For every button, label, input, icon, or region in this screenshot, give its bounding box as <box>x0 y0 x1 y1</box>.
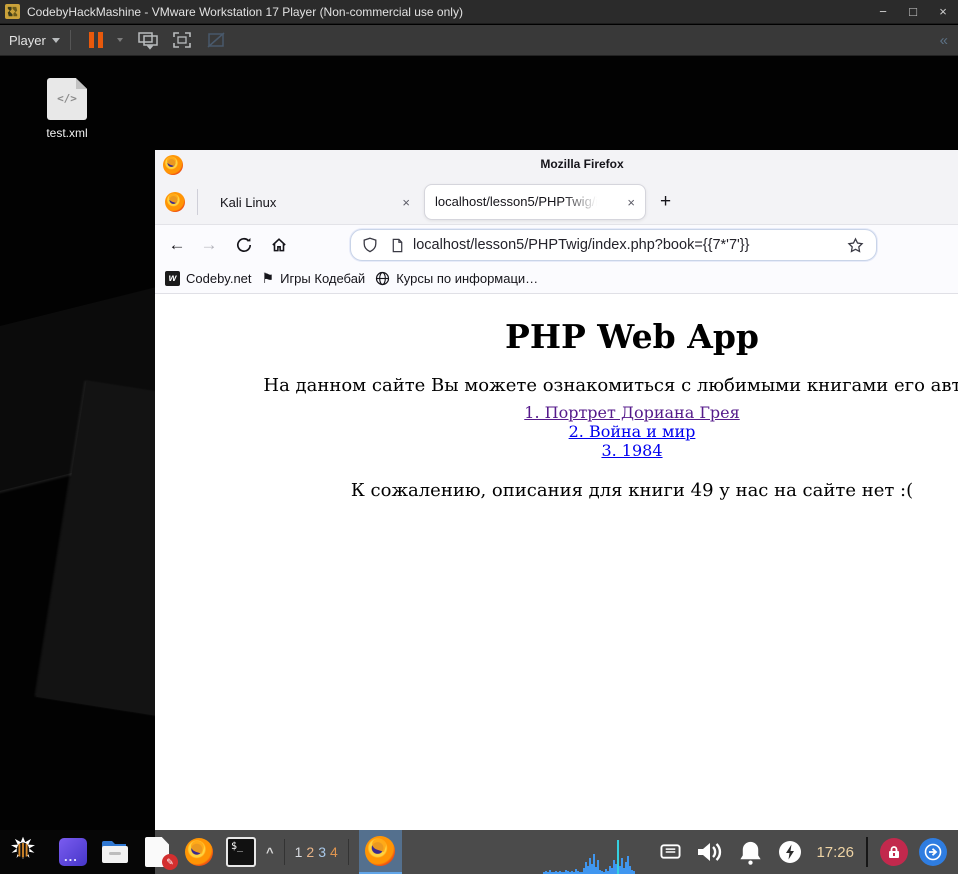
not-found-message: К сожалению, описания для книги 49 у нас… <box>350 480 914 501</box>
xml-file-icon: </> <box>47 78 87 120</box>
power-manager-icon[interactable] <box>778 840 802 864</box>
unity-mode-icon-disabled <box>207 32 225 48</box>
tab-separator <box>197 189 198 215</box>
terminal-launcher-button[interactable]: $_ <box>226 837 256 867</box>
workspace-3[interactable]: 3 <box>318 844 326 860</box>
desktop-file-test-xml[interactable]: </> test.xml <box>34 78 100 140</box>
tab-title: localhost/lesson5/PHPTwig/i <box>435 194 597 209</box>
reload-button[interactable] <box>235 236 253 254</box>
firefox-view-icon <box>165 192 185 212</box>
vmware-logo-icon <box>5 4 20 19</box>
book-link-1[interactable]: 1. Портрет Дориана Грея <box>155 403 958 422</box>
firefox-icon <box>185 838 213 866</box>
folder-icon <box>102 841 128 863</box>
bookmark-courses[interactable]: Курсы по информаци… <box>375 271 538 286</box>
tab-kali-linux[interactable]: Kali Linux × <box>210 184 420 220</box>
page-title: PHP Web App <box>505 317 759 356</box>
tab-title: Kali Linux <box>220 194 277 210</box>
firefox-window-title: Mozilla Firefox <box>540 157 624 171</box>
kali-menu-button[interactable] <box>0 830 46 874</box>
panel-expand-chevron-icon[interactable]: ^ <box>266 845 274 860</box>
text-editor-button[interactable]: ✎ <box>142 837 178 870</box>
forward-button: → <box>200 234 218 254</box>
firefox-icon <box>365 836 396 866</box>
arrow-right-icon <box>924 843 942 861</box>
workspace-switcher[interactable]: 1 2 3 4 <box>295 844 338 860</box>
session-logout-button[interactable] <box>919 838 947 866</box>
file-manager-button[interactable] <box>100 837 130 867</box>
firefox-launcher-button[interactable] <box>184 837 214 867</box>
desktop-file-label: test.xml <box>46 126 88 140</box>
book-link-2[interactable]: 2. Война и мир <box>155 422 958 441</box>
fullscreen-icon[interactable] <box>171 30 193 50</box>
volume-icon[interactable] <box>695 839 723 865</box>
book-link-3[interactable]: 3. 1984 <box>155 441 958 460</box>
close-tab-icon[interactable]: × <box>627 195 635 210</box>
notifications-bell-icon[interactable] <box>737 839 764 866</box>
flag-icon: ⚑ <box>261 270 275 286</box>
ctrl-alt-del-icon[interactable] <box>137 30 159 50</box>
bookmark-games[interactable]: ⚑ Игры Кодебай <box>262 270 366 287</box>
page-viewport: PHP Web App На данном сайте Вы можете оз… <box>155 294 958 828</box>
vm-screen: CodebyHackMashine - VMware Workstation 1… <box>0 0 958 874</box>
bookmark-star-icon[interactable] <box>847 236 864 254</box>
url-bar[interactable]: localhost/lesson5/PHPTwig/index.php?book… <box>350 229 877 261</box>
display-tray-icon[interactable] <box>660 843 681 861</box>
tracking-protection-shield-icon[interactable] <box>362 237 378 253</box>
kali-logo-icon <box>11 836 35 860</box>
pencil-badge-icon: ✎ <box>162 854 178 870</box>
panel-divider <box>283 839 285 865</box>
firefox-window-taskbar-button[interactable] <box>358 830 402 874</box>
app-launcher-icon <box>59 838 87 866</box>
suspend-vm-button[interactable] <box>88 32 103 48</box>
close-button[interactable]: × <box>928 0 958 23</box>
codeby-favicon: w <box>165 271 180 286</box>
new-tab-button[interactable]: + <box>660 191 671 213</box>
tab-bar: Kali Linux × localhost/lesson5/PHPTwig/i… <box>155 180 958 224</box>
network-graph[interactable] <box>543 836 658 874</box>
maximize-button[interactable]: □ <box>898 0 928 23</box>
toolbar-divider <box>69 30 71 50</box>
url-input[interactable]: localhost/lesson5/PHPTwig/index.php?book… <box>413 237 847 253</box>
firefox-logo-icon <box>163 155 183 175</box>
firefox-view-button[interactable] <box>165 192 185 212</box>
home-button[interactable] <box>270 236 288 254</box>
padlock-icon <box>889 846 899 858</box>
bookmark-codeby[interactable]: w Codeby.net <box>165 271 252 286</box>
suspend-options-chevron-icon[interactable] <box>116 38 123 42</box>
workspace-1[interactable]: 1 <box>295 844 303 860</box>
chevron-down-icon <box>51 37 60 43</box>
collapse-toolbar-icon[interactable]: « <box>940 32 948 49</box>
vmware-toolbar: Player « <box>0 25 958 56</box>
workspace-2[interactable]: 2 <box>306 844 314 860</box>
back-button[interactable]: ← <box>161 235 193 255</box>
vmware-window-title: CodebyHackMashine - VMware Workstation 1… <box>27 4 463 19</box>
player-menu[interactable]: Player <box>9 33 60 48</box>
system-tray: 17:26 <box>660 830 958 874</box>
minimize-button[interactable]: − <box>868 0 898 23</box>
firefox-window: Mozilla Firefox Kali Linux × localhost/l… <box>155 150 958 830</box>
clock[interactable]: 17:26 <box>816 844 854 861</box>
navigation-toolbar: ← → localhost/lesson5/PHPTwig/index.php?… <box>155 224 958 264</box>
close-tab-icon[interactable]: × <box>402 195 410 210</box>
app-launcher-button[interactable] <box>58 837 88 867</box>
tab-localhost-active[interactable]: localhost/lesson5/PHPTwig/i × <box>424 184 646 220</box>
intro-text: На данном сайте Вы можете ознакомиться с… <box>263 375 958 396</box>
panel-divider <box>347 839 349 865</box>
lock-screen-button[interactable] <box>880 838 908 866</box>
workspace-4[interactable]: 4 <box>330 844 338 860</box>
globe-icon <box>376 271 390 286</box>
vmware-titlebar: CodebyHackMashine - VMware Workstation 1… <box>0 0 958 24</box>
bookmarks-toolbar: w Codeby.net ⚑ Игры Кодебай Курсы по инф… <box>155 264 958 294</box>
page-info-icon[interactable] <box>390 238 405 253</box>
tray-divider <box>866 837 868 867</box>
php-web-app-page: PHP Web App На данном сайте Вы можете оз… <box>155 317 958 500</box>
taskbar-panel: ✎ $_ ^ 1 2 3 4 <box>0 830 958 874</box>
firefox-titlebar[interactable]: Mozilla Firefox <box>155 150 958 180</box>
terminal-icon: $_ <box>226 837 256 867</box>
